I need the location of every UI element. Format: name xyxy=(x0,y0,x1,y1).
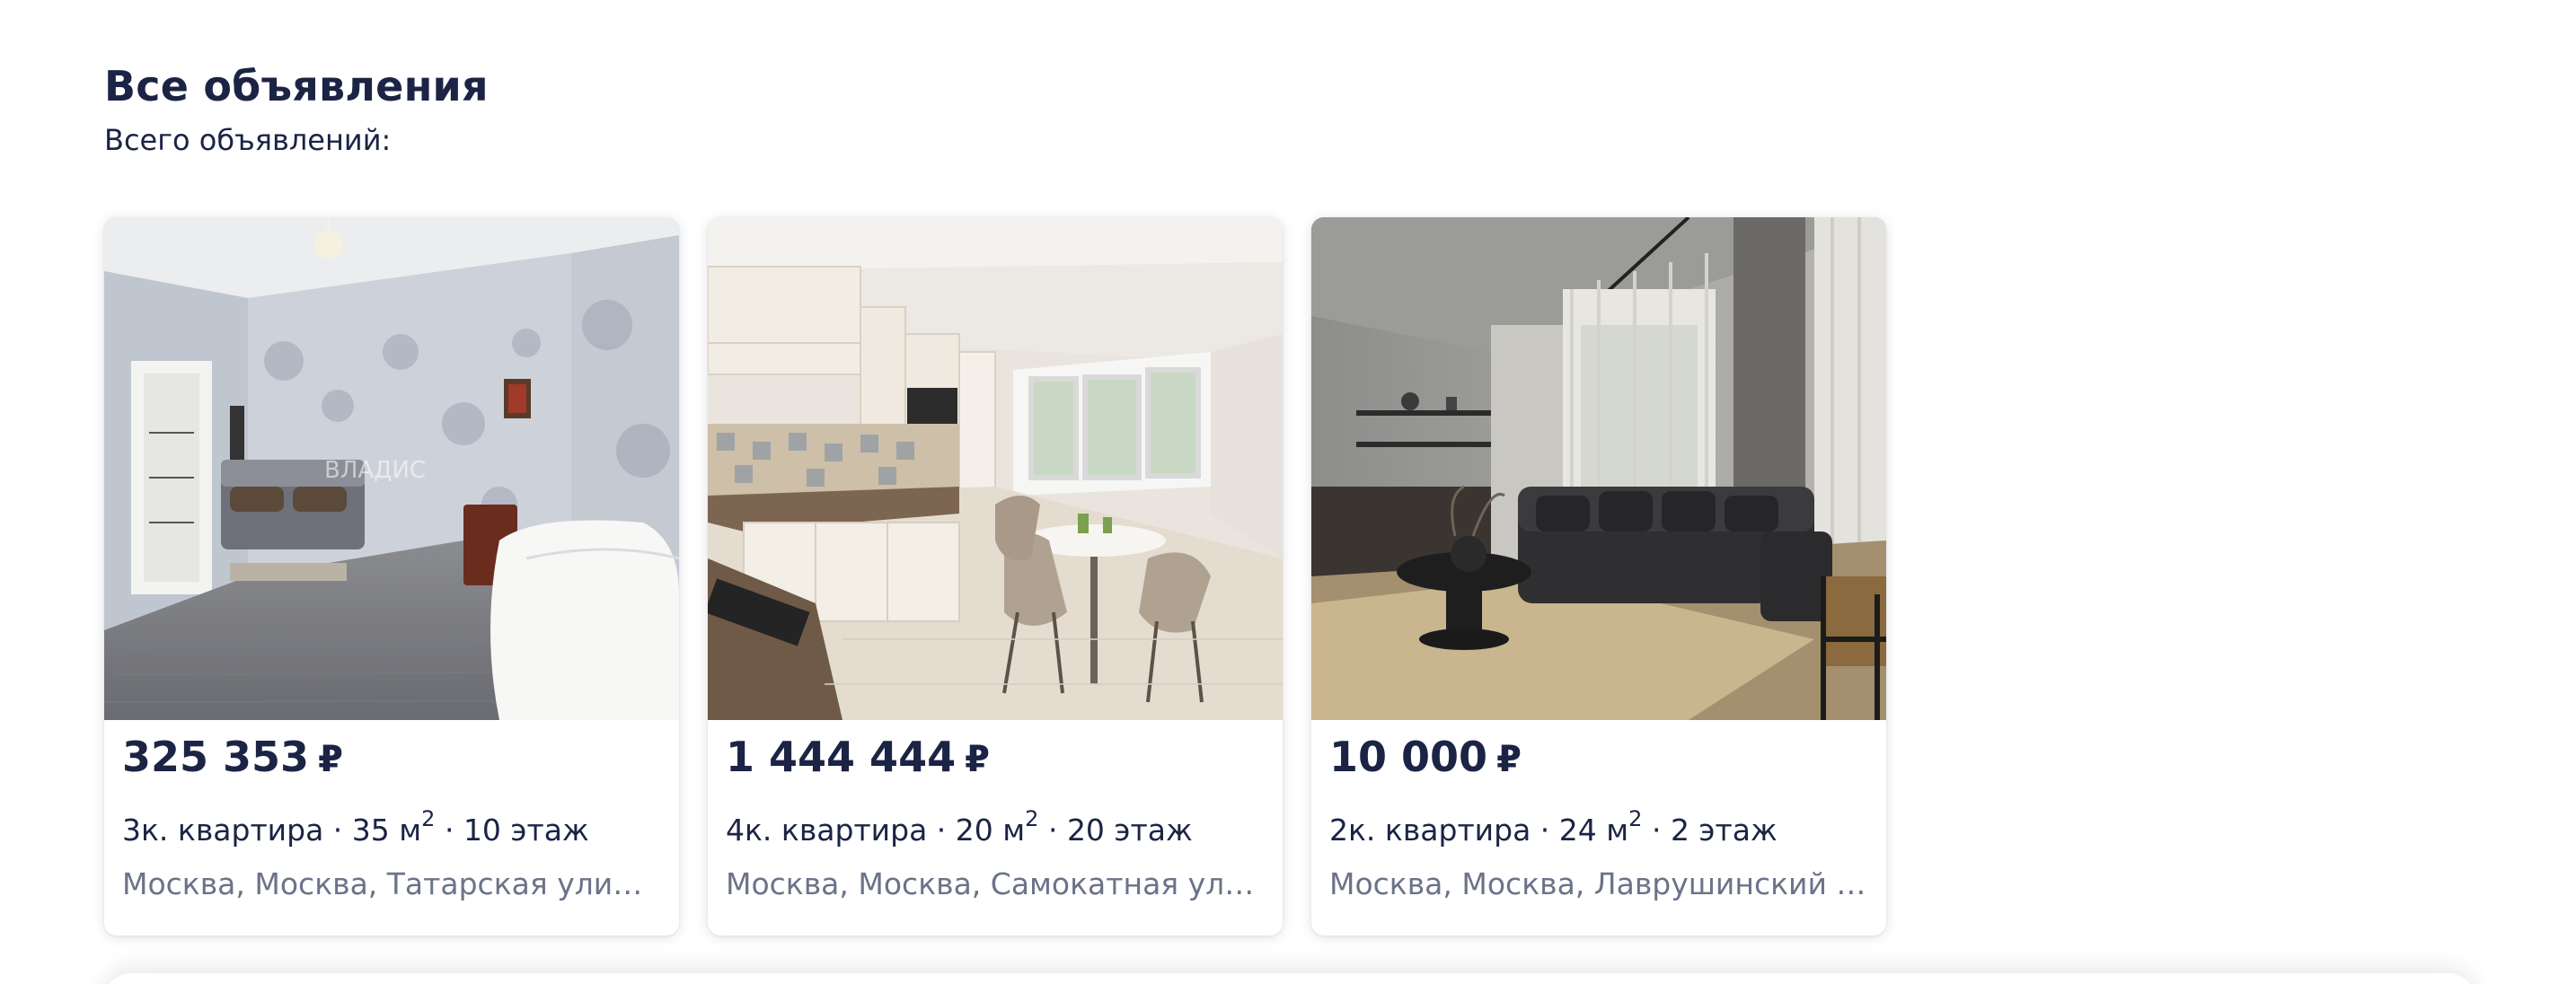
separator: · xyxy=(435,813,463,848)
kitchen-photo xyxy=(708,217,1283,720)
listing-card[interactable]: 10 000 ₽ 2к. квартира · 24 м2 · 2 этаж Мо… xyxy=(1311,217,1886,936)
price-value: 10 000 xyxy=(1329,733,1488,781)
bedroom-photo: ВЛАДИС xyxy=(104,217,679,720)
rooms: 4к. квартира xyxy=(726,813,928,848)
floor: 20 этаж xyxy=(1066,813,1193,848)
rooms: 3к. квартира xyxy=(122,813,324,848)
listing-specs: 3к. квартира · 35 м2 · 10 этаж xyxy=(122,804,661,849)
area: 24 м xyxy=(1558,813,1629,848)
listing-specs: 2к. квартира · 24 м2 · 2 этаж xyxy=(1329,804,1868,849)
listing-specs: 4к. квартира · 20 м2 · 20 этаж xyxy=(726,804,1265,849)
listing-price: 1 444 444 ₽ xyxy=(726,729,1265,787)
area: 35 м xyxy=(351,813,422,848)
listing-photo[interactable] xyxy=(1311,217,1886,720)
listing-info: 325 353 ₽ 3к. квартира · 35 м2 · 10 этаж … xyxy=(104,720,679,903)
listing-address: Москва, Москва, Самокатная улица, 20 xyxy=(726,866,1265,901)
listing-info: 10 000 ₽ 2к. квартира · 24 м2 · 2 этаж Мо… xyxy=(1311,720,1886,903)
listing-price: 10 000 ₽ xyxy=(1329,729,1868,787)
price-value: 1 444 444 xyxy=(726,733,957,781)
separator: · xyxy=(1531,813,1559,848)
watermark-logo: ВЛАДИС xyxy=(324,457,426,484)
page-title: Все объявления xyxy=(104,62,489,110)
listing-price: 325 353 ₽ xyxy=(122,729,661,787)
listings-grid: ВЛАДИС 325 353 ₽ 3к. квартира · 35 м2 · 1… xyxy=(104,217,1886,936)
listing-info: 1 444 444 ₽ 4к. квартира · 20 м2 · 20 эта… xyxy=(708,720,1283,903)
next-section-edge xyxy=(104,973,2475,984)
listing-card[interactable]: 1 444 444 ₽ 4к. квартира · 20 м2 · 20 эта… xyxy=(708,217,1283,936)
floor: 10 этаж xyxy=(463,813,589,848)
area-unit-exponent: 2 xyxy=(1628,806,1643,831)
area-unit-exponent: 2 xyxy=(421,806,436,831)
listings-count: Всего объявлений: xyxy=(104,123,392,157)
listing-photo[interactable]: ВЛАДИС xyxy=(104,217,679,720)
separator: · xyxy=(927,813,956,848)
currency-symbol: ₽ xyxy=(318,739,343,780)
separator: · xyxy=(323,813,352,848)
listing-address: Москва, Москва, Татарская улица, 10 xyxy=(122,866,661,901)
price-value: 325 353 xyxy=(122,733,310,781)
area-unit-exponent: 2 xyxy=(1025,806,1039,831)
floor: 2 этаж xyxy=(1670,813,1778,848)
listing-photo[interactable] xyxy=(708,217,1283,720)
separator: · xyxy=(1642,813,1671,848)
currency-symbol: ₽ xyxy=(965,739,990,780)
listings-page: Все объявления Всего объявлений: ВЛАДИС … xyxy=(104,61,2576,936)
listing-card[interactable]: ВЛАДИС 325 353 ₽ 3к. квартира · 35 м2 · 1… xyxy=(104,217,679,936)
separator: · xyxy=(1038,813,1067,848)
living-room-photo xyxy=(1311,217,1886,720)
area: 20 м xyxy=(955,813,1026,848)
rooms: 2к. квартира xyxy=(1329,813,1531,848)
currency-symbol: ₽ xyxy=(1496,739,1522,780)
listing-address: Москва, Москва, Лаврушинский переулок, 2 xyxy=(1329,866,1868,901)
